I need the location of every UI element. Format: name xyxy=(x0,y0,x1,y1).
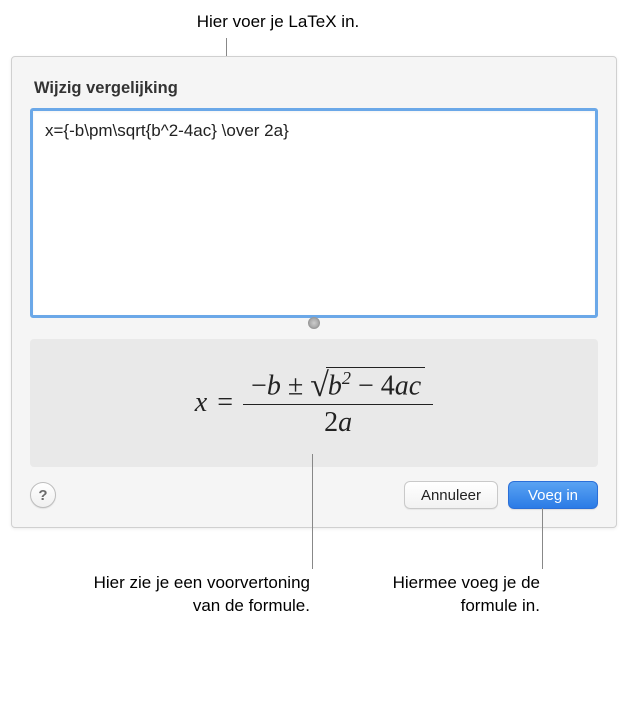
fraction: −b ± √ b2 − 4ac 2a xyxy=(243,365,433,442)
latex-input[interactable]: x={-b\pm\sqrt{b^2-4ac} \over 2a} xyxy=(30,108,598,318)
callout-preview: Hier zie je een voorvertoning van de for… xyxy=(70,572,310,618)
rendered-equation: x = −b ± √ b2 − 4ac xyxy=(195,365,433,442)
equation-editor-panel: Wijzig vergelijking x={-b\pm\sqrt{b^2-4a… xyxy=(11,56,617,528)
resize-handle[interactable] xyxy=(308,317,320,329)
callout-line xyxy=(542,508,543,569)
insert-button[interactable]: Voeg in xyxy=(508,481,598,509)
preview-lhs: x xyxy=(195,387,207,419)
radicand: b2 − 4ac xyxy=(326,367,425,402)
callout-line xyxy=(312,454,313,569)
panel-title: Wijzig vergelijking xyxy=(12,57,616,108)
callout-latex-input: Hier voer je LaTeX in. xyxy=(128,12,428,32)
equals-sign: = xyxy=(217,387,233,419)
radical-icon: √ xyxy=(310,372,329,399)
help-button[interactable]: ? xyxy=(30,482,56,508)
panel-footer: ? Annuleer Voeg in xyxy=(12,467,616,527)
denominator: 2a xyxy=(316,405,360,441)
numerator: −b ± √ b2 − 4ac xyxy=(243,365,433,404)
sqrt: √ b2 − 4ac xyxy=(310,367,425,402)
callout-insert: Hiermee voeg je de formule in. xyxy=(350,572,540,618)
equation-preview: x = −b ± √ b2 − 4ac xyxy=(30,339,598,467)
cancel-button[interactable]: Annuleer xyxy=(404,481,498,509)
